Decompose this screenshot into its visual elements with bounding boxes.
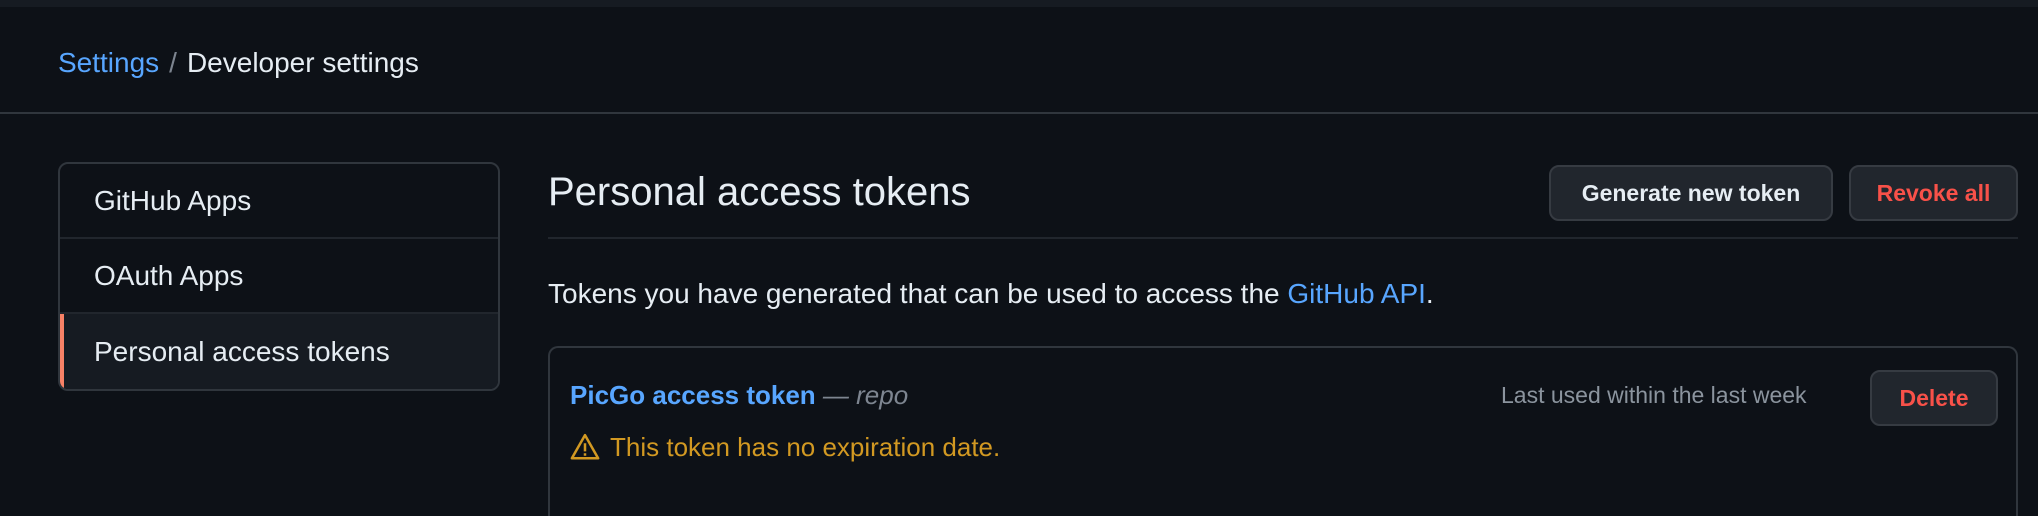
page-header: Settings / Developer settings [0, 7, 2038, 114]
github-api-link[interactable]: GitHub API [1287, 278, 1426, 309]
breadcrumb-current: Developer settings [186, 47, 419, 78]
warning-text: This token has no expiration date. [610, 432, 1001, 462]
description-suffix: . [1425, 278, 1434, 309]
token-name-link[interactable]: PicGo access token [570, 380, 816, 410]
sidebar-item-personal-access-tokens[interactable]: Personal access tokens [60, 314, 498, 389]
revoke-all-button[interactable]: Revoke all [1849, 165, 2018, 221]
token-expiration-warning: This token has no expiration date. [570, 430, 1000, 464]
breadcrumb-separator: / [169, 47, 177, 78]
token-title-line: PicGo access token — repo [570, 378, 908, 412]
sidebar-item-label: OAuth Apps [94, 259, 244, 291]
token-scope: repo [856, 380, 909, 410]
sidebar-item-label: GitHub Apps [94, 184, 252, 216]
breadcrumb-settings-link[interactable]: Settings [58, 47, 159, 78]
title-divider [548, 237, 2018, 239]
token-last-used: Last used within the last week [1501, 382, 1807, 408]
alert-triangle-icon [570, 433, 600, 460]
description-text: Tokens you have generated that can be us… [548, 278, 1288, 309]
sidebar-nav: GitHub Apps OAuth Apps Personal access t… [58, 162, 500, 391]
sidebar-item-github-apps[interactable]: GitHub Apps [60, 164, 498, 239]
top-strip [0, 0, 2038, 7]
breadcrumb: Settings / Developer settings [58, 45, 419, 81]
token-list: PicGo access token — repo Last used with… [548, 346, 2018, 516]
delete-token-button[interactable]: Delete [1870, 370, 1998, 426]
page-title: Personal access tokens [548, 170, 971, 214]
sidebar-item-label: Personal access tokens [94, 335, 390, 367]
page-description: Tokens you have generated that can be us… [548, 276, 1434, 312]
token-scope-separator: — [815, 380, 857, 410]
sidebar-item-oauth-apps[interactable]: OAuth Apps [60, 239, 498, 314]
generate-new-token-button[interactable]: Generate new token [1549, 165, 1833, 221]
